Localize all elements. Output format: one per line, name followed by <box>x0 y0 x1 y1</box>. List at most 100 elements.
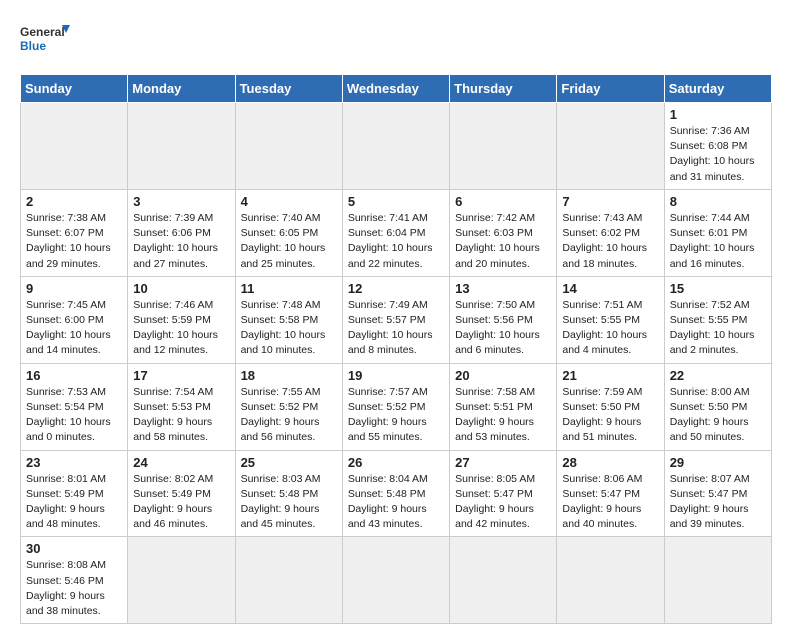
day-info: Sunrise: 7:49 AM Sunset: 5:57 PM Dayligh… <box>348 298 444 359</box>
calendar-cell: 15Sunrise: 7:52 AM Sunset: 5:55 PM Dayli… <box>664 276 771 363</box>
day-info: Sunrise: 8:01 AM Sunset: 5:49 PM Dayligh… <box>26 472 122 533</box>
calendar-cell <box>664 537 771 624</box>
day-info: Sunrise: 8:02 AM Sunset: 5:49 PM Dayligh… <box>133 472 229 533</box>
day-number: 10 <box>133 281 229 296</box>
day-info: Sunrise: 7:54 AM Sunset: 5:53 PM Dayligh… <box>133 385 229 446</box>
day-header-sunday: Sunday <box>21 75 128 103</box>
day-number: 6 <box>455 194 551 209</box>
day-info: Sunrise: 7:58 AM Sunset: 5:51 PM Dayligh… <box>455 385 551 446</box>
calendar-cell: 10 Sunrise: 7:46 AM Sunset: 5:59 PM Dayli… <box>128 276 235 363</box>
calendar-cell: 18 Sunrise: 7:55 AM Sunset: 5:52 PM Dayli… <box>235 363 342 450</box>
day-info: Sunrise: 7:50 AM Sunset: 5:56 PM Dayligh… <box>455 298 551 359</box>
calendar-cell: 14Sunrise: 7:51 AM Sunset: 5:55 PM Dayli… <box>557 276 664 363</box>
calendar-cell: 17Sunrise: 7:54 AM Sunset: 5:53 PM Dayli… <box>128 363 235 450</box>
calendar-cell: 19 Sunrise: 7:57 AM Sunset: 5:52 PM Dayli… <box>342 363 449 450</box>
calendar-week-3: 16Sunrise: 7:53 AM Sunset: 5:54 PM Dayli… <box>21 363 772 450</box>
calendar-cell <box>128 537 235 624</box>
day-info: Sunrise: 7:46 AM Sunset: 5:59 PM Dayligh… <box>133 298 229 359</box>
day-number: 24 <box>133 455 229 470</box>
day-info: Sunrise: 7:41 AM Sunset: 6:04 PM Dayligh… <box>348 211 444 272</box>
logo-svg: General Blue <box>20 20 70 64</box>
calendar-cell <box>450 103 557 190</box>
calendar-cell <box>235 103 342 190</box>
calendar-week-0: 1Sunrise: 7:36 AM Sunset: 6:08 PM Daylig… <box>21 103 772 190</box>
day-number: 13 <box>455 281 551 296</box>
day-number: 19 <box>348 368 444 383</box>
calendar-cell: 23 Sunrise: 8:01 AM Sunset: 5:49 PM Dayli… <box>21 450 128 537</box>
calendar-cell: 30 Sunrise: 8:08 AM Sunset: 5:46 PM Dayli… <box>21 537 128 624</box>
calendar-cell: 25 Sunrise: 8:03 AM Sunset: 5:48 PM Dayli… <box>235 450 342 537</box>
day-number: 21 <box>562 368 658 383</box>
day-header-friday: Friday <box>557 75 664 103</box>
day-info: Sunrise: 8:07 AM Sunset: 5:47 PM Dayligh… <box>670 472 766 533</box>
day-number: 8 <box>670 194 766 209</box>
calendar-cell: 1Sunrise: 7:36 AM Sunset: 6:08 PM Daylig… <box>664 103 771 190</box>
day-number: 23 <box>26 455 122 470</box>
day-info: Sunrise: 8:08 AM Sunset: 5:46 PM Dayligh… <box>26 558 122 619</box>
calendar-cell: 29 Sunrise: 8:07 AM Sunset: 5:47 PM Dayli… <box>664 450 771 537</box>
day-info: Sunrise: 7:36 AM Sunset: 6:08 PM Dayligh… <box>670 124 766 185</box>
calendar-table: SundayMondayTuesdayWednesdayThursdayFrid… <box>20 74 772 624</box>
day-header-tuesday: Tuesday <box>235 75 342 103</box>
calendar-cell <box>342 103 449 190</box>
calendar-cell: 21 Sunrise: 7:59 AM Sunset: 5:50 PM Dayli… <box>557 363 664 450</box>
calendar-cell: 27Sunrise: 8:05 AM Sunset: 5:47 PM Dayli… <box>450 450 557 537</box>
day-number: 28 <box>562 455 658 470</box>
day-number: 30 <box>26 541 122 556</box>
day-info: Sunrise: 8:03 AM Sunset: 5:48 PM Dayligh… <box>241 472 337 533</box>
calendar-cell: 5 Sunrise: 7:41 AM Sunset: 6:04 PM Daylig… <box>342 189 449 276</box>
day-info: Sunrise: 8:06 AM Sunset: 5:47 PM Dayligh… <box>562 472 658 533</box>
day-header-wednesday: Wednesday <box>342 75 449 103</box>
calendar-cell <box>235 537 342 624</box>
calendar-cell: 22Sunrise: 8:00 AM Sunset: 5:50 PM Dayli… <box>664 363 771 450</box>
calendar-cell: 16Sunrise: 7:53 AM Sunset: 5:54 PM Dayli… <box>21 363 128 450</box>
calendar-cell: 12Sunrise: 7:49 AM Sunset: 5:57 PM Dayli… <box>342 276 449 363</box>
calendar-header-row: SundayMondayTuesdayWednesdayThursdayFrid… <box>21 75 772 103</box>
calendar-cell <box>342 537 449 624</box>
day-info: Sunrise: 7:42 AM Sunset: 6:03 PM Dayligh… <box>455 211 551 272</box>
calendar-cell: 28 Sunrise: 8:06 AM Sunset: 5:47 PM Dayli… <box>557 450 664 537</box>
day-info: Sunrise: 8:04 AM Sunset: 5:48 PM Dayligh… <box>348 472 444 533</box>
day-info: Sunrise: 7:48 AM Sunset: 5:58 PM Dayligh… <box>241 298 337 359</box>
calendar-cell: 4 Sunrise: 7:40 AM Sunset: 6:05 PM Daylig… <box>235 189 342 276</box>
day-number: 14 <box>562 281 658 296</box>
calendar-cell: 20Sunrise: 7:58 AM Sunset: 5:51 PM Dayli… <box>450 363 557 450</box>
day-number: 26 <box>348 455 444 470</box>
calendar-cell <box>450 537 557 624</box>
day-header-thursday: Thursday <box>450 75 557 103</box>
day-number: 25 <box>241 455 337 470</box>
day-info: Sunrise: 7:39 AM Sunset: 6:06 PM Dayligh… <box>133 211 229 272</box>
calendar-cell: 11Sunrise: 7:48 AM Sunset: 5:58 PM Dayli… <box>235 276 342 363</box>
day-info: Sunrise: 7:45 AM Sunset: 6:00 PM Dayligh… <box>26 298 122 359</box>
day-number: 9 <box>26 281 122 296</box>
calendar-cell: 8 Sunrise: 7:44 AM Sunset: 6:01 PM Daylig… <box>664 189 771 276</box>
day-info: Sunrise: 7:57 AM Sunset: 5:52 PM Dayligh… <box>348 385 444 446</box>
calendar-cell: 9 Sunrise: 7:45 AM Sunset: 6:00 PM Daylig… <box>21 276 128 363</box>
day-number: 4 <box>241 194 337 209</box>
day-number: 29 <box>670 455 766 470</box>
day-info: Sunrise: 7:55 AM Sunset: 5:52 PM Dayligh… <box>241 385 337 446</box>
svg-text:Blue: Blue <box>20 39 46 53</box>
day-info: Sunrise: 7:44 AM Sunset: 6:01 PM Dayligh… <box>670 211 766 272</box>
day-number: 22 <box>670 368 766 383</box>
day-number: 7 <box>562 194 658 209</box>
calendar-cell: 7 Sunrise: 7:43 AM Sunset: 6:02 PM Daylig… <box>557 189 664 276</box>
page-header: General Blue <box>20 20 772 64</box>
day-header-saturday: Saturday <box>664 75 771 103</box>
day-number: 2 <box>26 194 122 209</box>
day-number: 18 <box>241 368 337 383</box>
calendar-cell <box>21 103 128 190</box>
day-info: Sunrise: 7:52 AM Sunset: 5:55 PM Dayligh… <box>670 298 766 359</box>
day-number: 5 <box>348 194 444 209</box>
logo: General Blue <box>20 20 70 64</box>
day-info: Sunrise: 7:59 AM Sunset: 5:50 PM Dayligh… <box>562 385 658 446</box>
day-header-monday: Monday <box>128 75 235 103</box>
day-info: Sunrise: 7:43 AM Sunset: 6:02 PM Dayligh… <box>562 211 658 272</box>
calendar-cell: 26 Sunrise: 8:04 AM Sunset: 5:48 PM Dayli… <box>342 450 449 537</box>
svg-text:General: General <box>20 25 65 39</box>
calendar-cell: 3Sunrise: 7:39 AM Sunset: 6:06 PM Daylig… <box>128 189 235 276</box>
day-info: Sunrise: 7:40 AM Sunset: 6:05 PM Dayligh… <box>241 211 337 272</box>
calendar-cell <box>557 103 664 190</box>
day-number: 27 <box>455 455 551 470</box>
calendar-week-2: 9 Sunrise: 7:45 AM Sunset: 6:00 PM Daylig… <box>21 276 772 363</box>
